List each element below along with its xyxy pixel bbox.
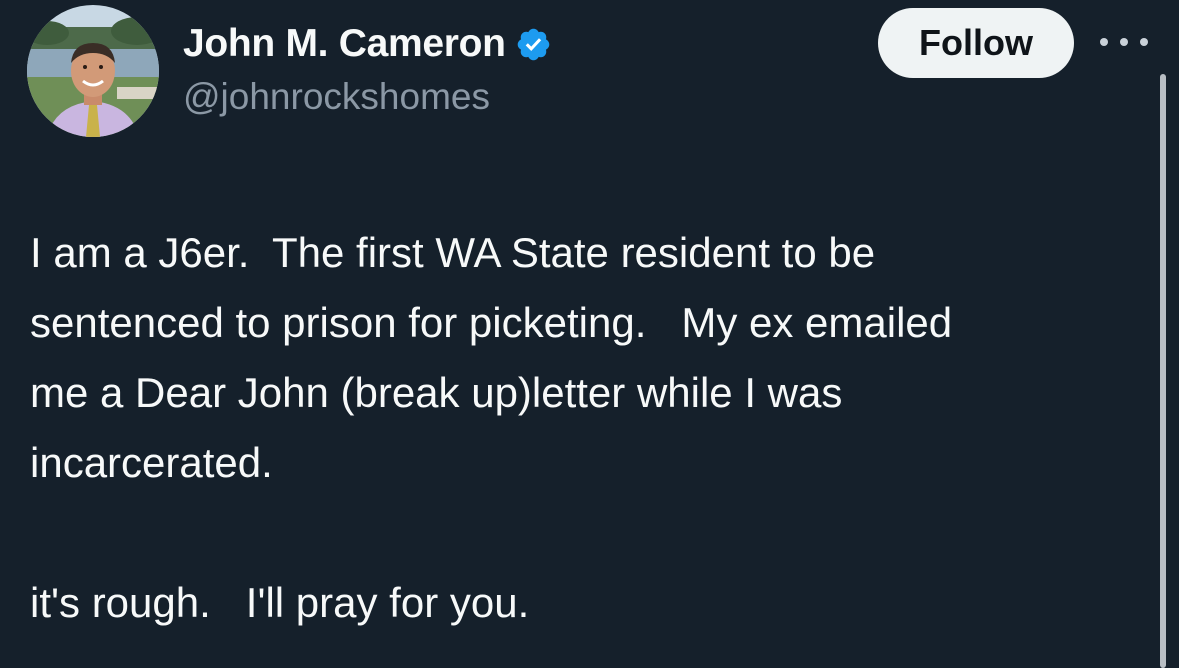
avatar-photo — [27, 5, 159, 137]
more-dot — [1120, 38, 1128, 46]
follow-button[interactable]: Follow — [878, 8, 1074, 78]
name-row: John M. Cameron — [183, 18, 552, 70]
tweet-paragraph: I am a J6er. The first WA State resident… — [30, 229, 953, 486]
tweet-paragraph-spacer — [30, 498, 1155, 568]
tweet-card: John M. Cameron @johnrockshomes Follow I… — [0, 0, 1179, 668]
display-name[interactable]: John M. Cameron — [183, 22, 506, 66]
more-dot — [1140, 38, 1148, 46]
scrollbar[interactable] — [1160, 74, 1166, 668]
tweet-text: I am a J6er. The first WA State resident… — [30, 218, 1155, 638]
more-horizontal-icon[interactable] — [1100, 30, 1148, 54]
tweet-paragraph: it's rough. I'll pray for you. — [30, 579, 530, 626]
user-handle[interactable]: @johnrockshomes — [183, 76, 552, 118]
more-dot — [1100, 38, 1108, 46]
avatar[interactable] — [27, 5, 159, 137]
verified-badge-icon — [517, 28, 550, 60]
user-info: John M. Cameron @johnrockshomes — [183, 18, 552, 118]
